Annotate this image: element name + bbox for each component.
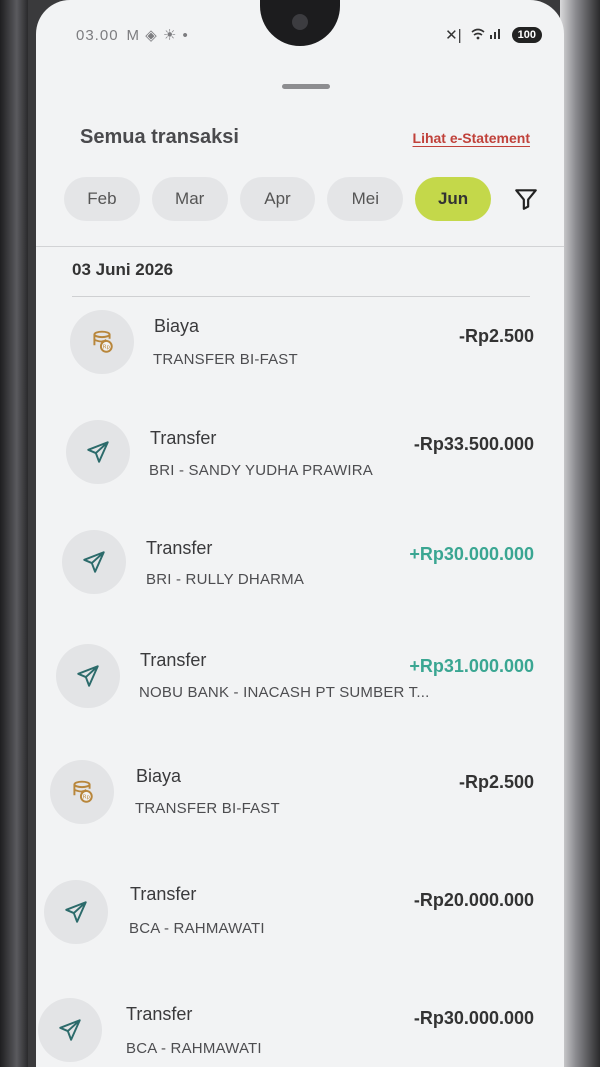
- transaction-row[interactable]: Transfer BRI - RULLY DHARMA +Rp30.000.00…: [36, 528, 534, 618]
- transaction-description: BCA - RAHMAWATI: [126, 1040, 262, 1057]
- filter-button[interactable]: [509, 181, 544, 217]
- svg-text:Rp: Rp: [83, 795, 91, 801]
- transaction-description: TRANSFER BI-FAST: [135, 800, 280, 817]
- paper-plane-icon: [44, 880, 108, 944]
- month-chip-mei[interactable]: Mei: [327, 177, 404, 221]
- transaction-amount: -Rp33.500.000: [413, 434, 534, 454]
- e-statement-link[interactable]: Lihat e-Statement: [413, 130, 530, 146]
- transaction-amount: -Rp30.000.000: [413, 1008, 534, 1028]
- paper-plane-icon: [38, 998, 102, 1062]
- filter-icon: [515, 189, 538, 210]
- phone-frame-left: [0, 0, 28, 1067]
- section-divider: [36, 246, 564, 247]
- paper-plane-icon: [56, 644, 120, 708]
- month-chip-jun[interactable]: Jun: [415, 177, 491, 221]
- status-bar: 03.00 M ◈ ☀ • ✕| 100: [76, 22, 542, 48]
- page-header: Semua transaksi Lihat e-Statement: [80, 126, 530, 149]
- transaction-row[interactable]: Rp Biaya TRANSFER BI-FAST -Rp2.500: [36, 756, 534, 846]
- paper-plane-icon: [66, 420, 130, 484]
- month-chip-feb[interactable]: Feb: [64, 177, 140, 221]
- transaction-type: Transfer: [126, 1004, 193, 1024]
- date-group-header: 03 Juni 2026: [72, 260, 174, 279]
- transaction-amount: -Rp2.500: [458, 326, 534, 346]
- transaction-row[interactable]: Transfer NOBU BANK - INACASH PT SUMBER T…: [36, 640, 534, 730]
- date-divider: [72, 296, 530, 297]
- paper-plane-icon: [62, 530, 126, 594]
- transaction-description: BRI - SANDY YUDHA PRAWIRA: [149, 462, 373, 479]
- month-chip-apr[interactable]: Apr: [239, 177, 316, 221]
- transaction-description: BRI - RULLY DHARMA: [146, 571, 305, 588]
- svg-text:Rp: Rp: [103, 345, 111, 351]
- transaction-type: Transfer: [130, 884, 197, 904]
- page-title: Semua transaksi: [80, 126, 239, 148]
- transaction-row[interactable]: Transfer BCA - RAHMAWATI -Rp20.000.000: [36, 876, 534, 966]
- transaction-amount: -Rp20.000.000: [413, 890, 534, 910]
- transaction-row[interactable]: Transfer BCA - RAHMAWATI -Rp30.000.000: [36, 996, 534, 1067]
- coin-stack-icon: Rp: [70, 310, 134, 374]
- transaction-type: Transfer: [146, 538, 213, 558]
- status-right: ✕| 100: [445, 26, 542, 44]
- transaction-amount: -Rp2.500: [458, 772, 534, 792]
- transaction-type: Biaya: [136, 766, 182, 786]
- status-left: 03.00 M ◈ ☀ •: [76, 26, 189, 45]
- coin-stack-icon: Rp: [50, 760, 114, 824]
- month-chip-mar[interactable]: Mar: [151, 177, 228, 221]
- transaction-type: Transfer: [140, 650, 207, 670]
- wifi-signal-icon: [470, 26, 504, 44]
- notification-icons: M ◈ ☀ •: [126, 27, 189, 44]
- battery-indicator: 100: [511, 27, 542, 43]
- transaction-type: Transfer: [150, 428, 217, 448]
- transaction-row[interactable]: Rp Biaya TRANSFER BI-FAST -Rp2.500: [36, 306, 534, 396]
- transaction-description: BCA - RAHMAWATI: [129, 920, 265, 937]
- transaction-amount: +Rp31.000.000: [409, 656, 534, 676]
- app-screen: 03.00 M ◈ ☀ • ✕| 100 Semua transaksi Lih…: [36, 0, 564, 1067]
- phone-frame-right: [560, 0, 600, 1067]
- sheet-drag-handle[interactable]: [282, 84, 330, 89]
- transaction-row[interactable]: Transfer BRI - SANDY YUDHA PRAWIRA -Rp33…: [36, 418, 534, 508]
- transaction-amount: +Rp30.000.000: [409, 544, 534, 564]
- month-filter-bar: Feb Mar Apr Mei Jun: [64, 175, 544, 223]
- status-time: 03.00: [76, 26, 119, 44]
- transaction-type: Biaya: [154, 316, 200, 336]
- mute-icon: ✕|: [445, 27, 462, 44]
- transaction-description: TRANSFER BI-FAST: [153, 351, 298, 368]
- transaction-description: NOBU BANK - INACASH PT SUMBER T...: [139, 684, 430, 701]
